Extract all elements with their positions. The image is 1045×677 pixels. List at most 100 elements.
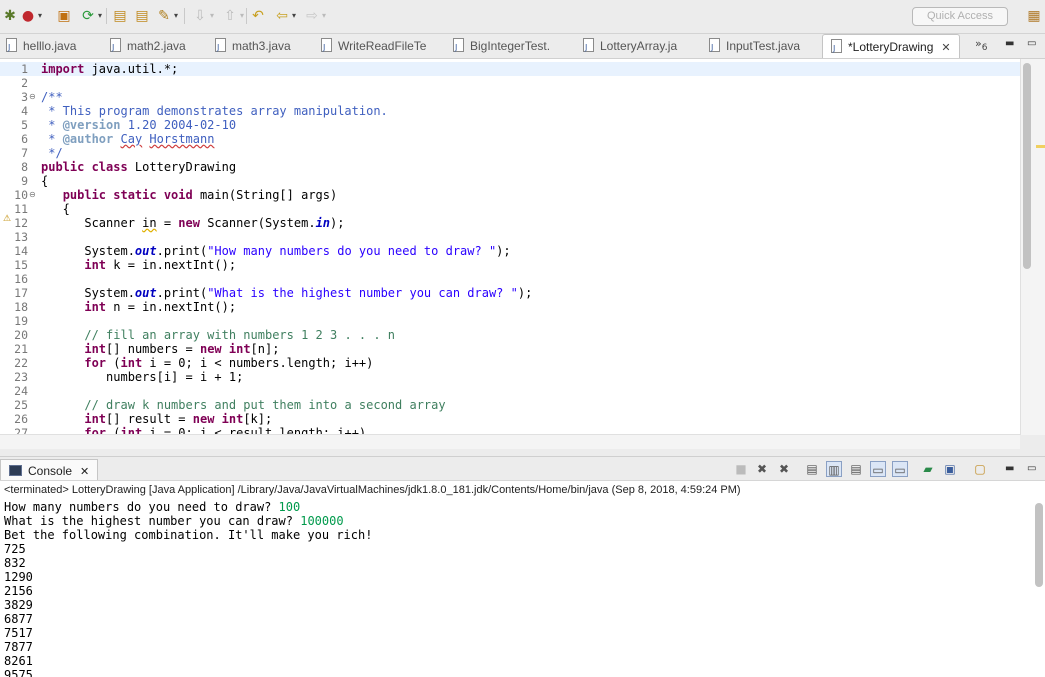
code-line[interactable]: 16 [0, 272, 1020, 286]
code-line[interactable]: 13 [0, 230, 1020, 244]
minimize-icon[interactable]: ▬ [1005, 39, 1015, 49]
coverage-dropdown-icon[interactable]: ▾ [98, 7, 102, 25]
code-line[interactable]: 3 ⊖/** [0, 90, 1020, 104]
back-dropdown-icon[interactable]: ▾ [292, 7, 296, 25]
remove-launch-icon[interactable]: ✖ [754, 461, 770, 477]
console-line: Bet the following combination. It'll mak… [4, 528, 373, 542]
code-line[interactable]: 19 [0, 314, 1020, 328]
code-line[interactable]: 24 [0, 384, 1020, 398]
tab-math2-java[interactable]: math2.java [110, 34, 186, 60]
tab-lotteryarray[interactable]: LotteryArray.ja [583, 34, 677, 60]
java-file-icon [321, 36, 332, 60]
code-text: // draw k numbers and put them into a se… [84, 398, 446, 412]
annotation-dropdown-icon[interactable]: ▾ [174, 7, 178, 25]
minimize-icon[interactable]: ▬ [1005, 464, 1015, 474]
forward-dropdown-icon[interactable]: ▾ [322, 7, 326, 25]
tabs-overflow-button[interactable]: »6 [975, 37, 987, 53]
show-on-stdout-icon[interactable]: ▭ [870, 461, 886, 477]
console-output[interactable]: <terminated> LotteryDrawing [Java Applic… [0, 480, 1045, 677]
code-line[interactable]: 10 ⊖ public static void main(String[] arg… [0, 188, 1020, 202]
run-icon[interactable]: ● [18, 7, 38, 25]
code-line[interactable]: 14 System.out.print("How many numbers do… [0, 244, 1020, 258]
fold-toggle-icon[interactable]: ⊖ [29, 188, 39, 202]
open-task-icon[interactable]: ▤ [132, 7, 152, 25]
console-line: 7877 [4, 640, 33, 654]
previous-annotation-icon[interactable]: ⇧ [220, 7, 240, 25]
console-icon [9, 465, 22, 476]
new-package-icon[interactable]: ▣ [54, 7, 74, 25]
editor-horizontal-scrollbar[interactable] [0, 434, 1020, 449]
maximize-icon[interactable]: ▭ [1027, 39, 1037, 49]
code-line[interactable]: 22 for (int i = 0; i < numbers.length; i… [0, 356, 1020, 370]
word-wrap-icon[interactable]: ▤ [848, 461, 864, 477]
display-console-icon[interactable]: ▣ [942, 461, 958, 477]
tab-lotterydrawing[interactable]: *LotteryDrawing✕ [822, 34, 960, 61]
code-line[interactable]: 11 { [0, 202, 1020, 216]
tab-helllo-java[interactable]: helllo.java [6, 34, 76, 60]
clear-console-icon[interactable]: ▤ [804, 461, 820, 477]
remove-all-terminated-icon[interactable]: ✖ [776, 461, 792, 477]
back-icon[interactable]: ⇦ [272, 7, 292, 25]
code-line[interactable]: 8 public class LotteryDrawing [0, 160, 1020, 174]
code-text: public class LotteryDrawing [41, 160, 237, 174]
debug-icon[interactable]: ✱ [0, 7, 20, 25]
code-text: * This program demonstrates array manipu… [41, 104, 388, 118]
next-annotation-dropdown-icon[interactable]: ▾ [210, 7, 214, 25]
java-perspective-icon[interactable]: ▦ [1024, 6, 1044, 26]
java-file-icon [6, 36, 17, 60]
line-number: 13 [14, 230, 28, 244]
quick-access-field[interactable]: Quick Access [912, 7, 1008, 26]
code-text: int n = in.nextInt(); [84, 300, 237, 314]
code-line[interactable]: 6 * @author Cay Horstmann [0, 132, 1020, 146]
fold-toggle-icon[interactable]: ⊖ [29, 90, 39, 104]
line-number: 7 [21, 146, 28, 160]
line-number: 18 [14, 300, 28, 314]
coverage-icon[interactable]: ⟳ [78, 7, 98, 25]
warning-marker[interactable] [1036, 145, 1045, 148]
annotation-icon[interactable]: ✎ [154, 7, 174, 25]
code-line[interactable]: 21 int[] numbers = new int[n]; [0, 342, 1020, 356]
open-type-icon[interactable]: ▤ [110, 7, 130, 25]
code-line[interactable]: 5 * @version 1.20 2004-02-10 [0, 118, 1020, 132]
last-edit-icon[interactable]: ↶ [248, 7, 268, 25]
editor-scrollbar[interactable] [1023, 63, 1031, 269]
close-icon[interactable]: ✕ [80, 465, 89, 478]
tab-writereadfile[interactable]: WriteReadFileTe [321, 34, 426, 60]
terminate-icon[interactable]: ■ [733, 461, 749, 477]
maximize-icon[interactable]: ▭ [1027, 464, 1037, 474]
code-editor[interactable]: 1 import java.util.*; 2 3 ⊖/** 4 * This progr… [0, 58, 1045, 435]
code-line[interactable]: 26 int[] result = new int[k]; [0, 412, 1020, 426]
code-line[interactable]: 7 */ [0, 146, 1020, 160]
previous-annotation-dropdown-icon[interactable]: ▾ [240, 7, 244, 25]
code-line[interactable]: 12 Scanner in = new Scanner(System.in); [0, 216, 1020, 230]
code-line[interactable]: 17 System.out.print("What is the highest… [0, 286, 1020, 300]
tab-console[interactable]: Console ✕ [0, 459, 99, 482]
console-scrollbar[interactable] [1035, 503, 1043, 587]
code-line[interactable]: 18 int n = in.nextInt(); [0, 300, 1020, 314]
code-line[interactable]: 4 * This program demonstrates array mani… [0, 104, 1020, 118]
code-line[interactable]: 25 // draw k numbers and put them into a… [0, 398, 1020, 412]
run-dropdown-icon[interactable]: ▾ [38, 7, 42, 25]
tab-inputtest-java[interactable]: InputTest.java [709, 34, 800, 60]
show-on-stderr-icon[interactable]: ▭ [892, 461, 908, 477]
forward-icon[interactable]: ⇨ [302, 7, 322, 25]
code-line[interactable]: 1 import java.util.*; [0, 62, 1020, 76]
line-number: 16 [14, 272, 28, 286]
next-annotation-icon[interactable]: ⇩ [190, 7, 210, 25]
code-line[interactable]: 15 int k = in.nextInt(); [0, 258, 1020, 272]
code-line[interactable]: 9{ [0, 174, 1020, 188]
close-icon[interactable]: ✕ [941, 41, 950, 54]
code-line[interactable]: 2 [0, 76, 1020, 90]
line-number: 17 [14, 286, 28, 300]
tab-bigintegertest[interactable]: BigIntegerTest. [453, 34, 550, 60]
code-text: for (int i = 0; i < numbers.length; i++) [84, 356, 374, 370]
warning-icon[interactable]: ⚠ [3, 214, 13, 224]
code-line[interactable]: 20 // fill an array with numbers 1 2 3 .… [0, 328, 1020, 342]
open-console-icon[interactable]: ▢ [972, 461, 988, 477]
code-text: int k = in.nextInt(); [84, 258, 237, 272]
scroll-lock-icon[interactable]: ▥ [826, 461, 842, 477]
tab-math3-java[interactable]: math3.java [215, 34, 291, 60]
pin-console-icon[interactable]: ▰ [920, 461, 936, 477]
code-line[interactable]: 23 numbers[i] = i + 1; [0, 370, 1020, 384]
line-number: 4 [21, 104, 28, 118]
